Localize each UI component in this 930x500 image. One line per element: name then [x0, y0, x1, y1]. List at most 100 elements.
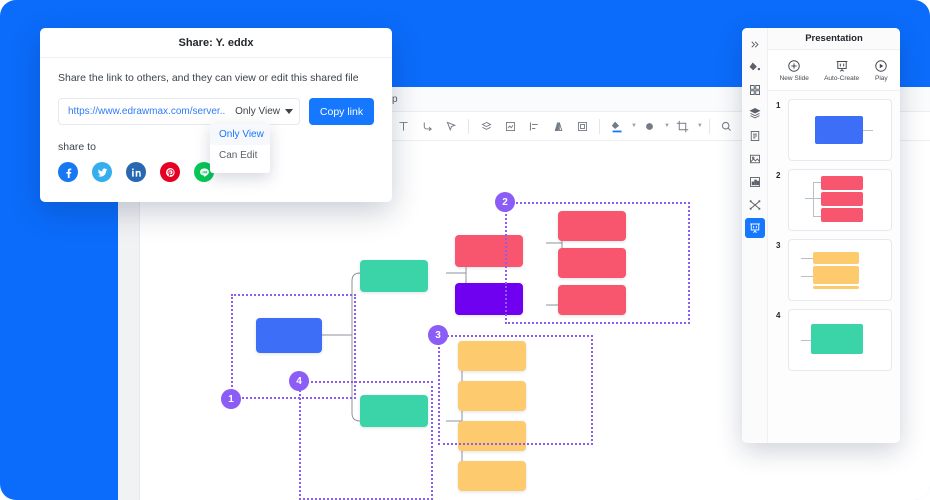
collapse-double-chevron-icon[interactable] — [745, 34, 765, 54]
layer-icon[interactable] — [475, 115, 497, 137]
mindmap-node[interactable] — [458, 461, 526, 491]
crop-icon[interactable] — [672, 115, 694, 137]
slide-number: 3 — [776, 241, 781, 250]
text-icon[interactable] — [392, 115, 414, 137]
fill-bucket-icon[interactable] — [745, 57, 765, 77]
presentation-main: Presentation New Slide Auto-Create Play … — [768, 28, 900, 443]
presentation-title: Presentation — [768, 28, 900, 50]
zoom-icon[interactable] — [716, 115, 738, 137]
share-dialog-description: Share the link to others, and they can v… — [58, 72, 359, 84]
mindmap-node[interactable] — [458, 341, 526, 371]
share-dialog: Share: Y. eddx Share the link to others,… — [40, 28, 392, 202]
line-color-icon[interactable] — [639, 115, 661, 137]
thumbnail-connector — [813, 216, 821, 217]
apps-grid-icon[interactable] — [745, 80, 765, 100]
thumbnail-connector — [863, 130, 873, 131]
chevron-down-icon[interactable]: ▼ — [664, 123, 670, 129]
copy-link-button[interactable]: Copy link — [309, 98, 374, 125]
thumbnail-connector — [801, 340, 811, 341]
slide-list[interactable]: 1 2 3 4 — [768, 91, 900, 443]
share-dialog-header: Share: Y. eddx — [40, 28, 392, 58]
presentation-panel: Presentation New Slide Auto-Create Play … — [742, 28, 900, 443]
chevron-down-icon[interactable]: ▼ — [631, 123, 637, 129]
mindmap-node[interactable] — [360, 395, 428, 427]
mindmap-node[interactable] — [455, 283, 523, 315]
group-icon[interactable] — [571, 115, 593, 137]
slide-item[interactable]: 3 — [776, 239, 892, 301]
play-label: Play — [875, 74, 888, 82]
screenshot-root: Help — [0, 0, 930, 500]
mindmap-node[interactable] — [558, 211, 626, 241]
new-slide-label: New Slide — [779, 74, 809, 82]
align-icon[interactable] — [523, 115, 545, 137]
slide-thumbnail[interactable] — [788, 99, 892, 161]
share-twitter-icon[interactable] — [92, 162, 112, 182]
frame-icon[interactable] — [499, 115, 521, 137]
permission-select[interactable]: Only View — [229, 106, 293, 117]
share-pinterest-icon[interactable] — [160, 162, 180, 182]
auto-create-icon — [836, 60, 848, 72]
toolbar-separator — [599, 118, 600, 134]
toolbar-separator — [468, 118, 469, 134]
selection-badge[interactable]: 4 — [289, 371, 309, 391]
share-link-url[interactable]: https://www.edrawmax.com/server.. — [68, 106, 229, 117]
thumbnail-shape — [821, 176, 863, 190]
connector-icon[interactable] — [416, 115, 438, 137]
thumbnail-connector — [813, 182, 814, 216]
permission-option-1[interactable]: Can Edit — [210, 145, 270, 166]
layers-icon[interactable] — [745, 103, 765, 123]
thumbnail-shape — [811, 324, 863, 354]
chevron-down-icon[interactable]: ▼ — [697, 123, 703, 129]
mindmap-node[interactable] — [458, 421, 526, 451]
thumbnail-connector — [801, 258, 813, 259]
slide-number: 2 — [776, 171, 781, 180]
presentation-actions: New Slide Auto-Create Play — [768, 50, 900, 91]
slide-thumbnail[interactable] — [788, 309, 892, 371]
slide-item[interactable]: 1 — [776, 99, 892, 161]
thumbnail-connector — [813, 182, 821, 183]
selection-badge[interactable]: 1 — [221, 389, 241, 409]
mindmap-node[interactable] — [455, 235, 523, 267]
share-linkedin-icon[interactable] — [126, 162, 146, 182]
thumbnail-shape — [813, 286, 859, 289]
slide-item[interactable]: 2 — [776, 169, 892, 231]
thumbnail-shape — [813, 266, 859, 284]
share-link-input-wrap[interactable]: https://www.edrawmax.com/server.. Only V… — [58, 98, 300, 125]
mindmap-node[interactable] — [458, 381, 526, 411]
mindmap-node[interactable] — [558, 285, 626, 315]
document-icon[interactable] — [745, 126, 765, 146]
toolbar-separator — [708, 118, 710, 134]
mindmap-node[interactable] — [256, 318, 322, 353]
pen-icon[interactable] — [440, 115, 462, 137]
slide-item[interactable]: 4 — [776, 309, 892, 371]
mindmap-node[interactable] — [558, 248, 626, 278]
share-dialog-title: Share: Y. eddx — [178, 36, 254, 49]
mindmap-node[interactable] — [360, 260, 428, 292]
chevron-down-icon — [285, 109, 293, 114]
slide-thumbnail[interactable] — [788, 239, 892, 301]
play-circle-icon — [875, 59, 888, 72]
selection-badge[interactable]: 3 — [428, 325, 448, 345]
fill-color-icon[interactable] — [606, 115, 628, 137]
presentation-icon[interactable] — [744, 218, 765, 238]
slide-thumbnail[interactable] — [788, 169, 892, 231]
selection-badge[interactable]: 2 — [495, 192, 515, 212]
thumbnail-shape — [813, 252, 859, 264]
presentation-rail — [742, 28, 768, 443]
thumbnail-shape — [815, 116, 863, 144]
plus-circle-icon — [788, 59, 800, 72]
slide-number: 4 — [776, 311, 781, 320]
share-facebook-icon[interactable] — [58, 162, 78, 182]
shuffle-icon[interactable] — [745, 195, 765, 215]
permission-option-0[interactable]: Only View — [210, 124, 270, 145]
auto-create-button[interactable]: Auto-Create — [824, 59, 859, 82]
slide-number: 1 — [776, 101, 781, 110]
permission-dropdown: Only View Can Edit — [210, 124, 270, 173]
play-button[interactable]: Play — [874, 59, 888, 82]
new-slide-button[interactable]: New Slide — [780, 59, 809, 82]
chart-icon[interactable] — [745, 172, 765, 192]
image-icon[interactable] — [745, 149, 765, 169]
thumbnail-shape — [821, 192, 863, 206]
flip-icon[interactable] — [547, 115, 569, 137]
thumbnail-connector — [801, 276, 813, 277]
